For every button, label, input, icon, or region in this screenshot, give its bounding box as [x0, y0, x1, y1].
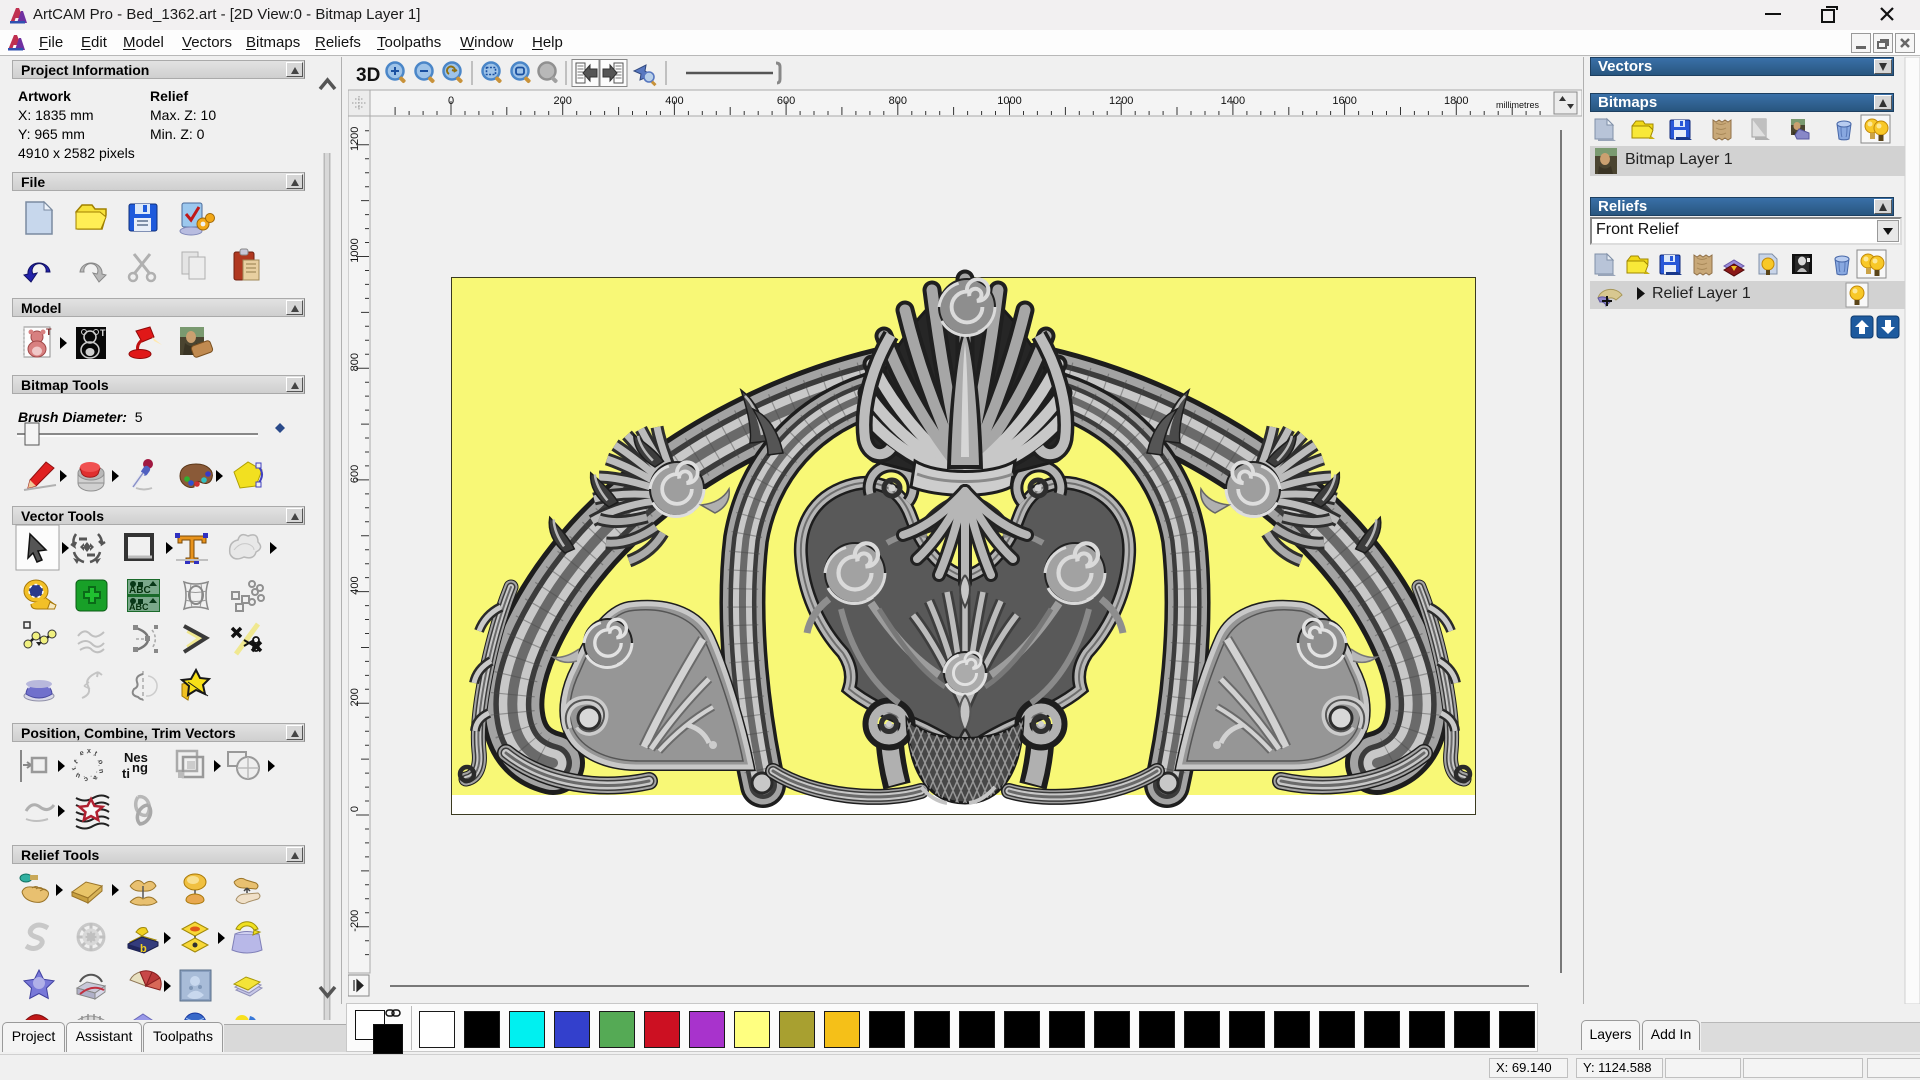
svg-text:c: c	[83, 775, 89, 783]
svg-text:0: 0	[349, 806, 361, 812]
svg-text:ABC: ABC	[129, 585, 151, 596]
svg-text:1800: 1800	[1444, 95, 1468, 107]
svg-text:n: n	[97, 768, 105, 773]
svg-text:-200: -200	[349, 910, 361, 932]
svg-text:400: 400	[665, 95, 683, 107]
svg-text:3D: 3D	[356, 65, 380, 86]
svg-text:e: e	[79, 750, 85, 758]
svg-text:400: 400	[349, 576, 361, 594]
svg-text:1000: 1000	[349, 238, 361, 262]
svg-text:T: T	[46, 327, 52, 337]
svg-text:b: b	[140, 943, 147, 955]
svg-text:800: 800	[889, 95, 907, 107]
svg-text:600: 600	[349, 465, 361, 483]
svg-text:800: 800	[349, 353, 361, 371]
svg-text:1200: 1200	[349, 127, 361, 151]
svg-text:ABC: ABC	[129, 602, 149, 612]
svg-text:1600: 1600	[1332, 95, 1356, 107]
svg-text:o: o	[96, 758, 104, 766]
svg-text:0: 0	[448, 95, 454, 107]
svg-text:200: 200	[554, 95, 572, 107]
svg-text:600: 600	[777, 95, 795, 107]
svg-text:T: T	[100, 328, 106, 338]
svg-text:a: a	[91, 774, 99, 781]
svg-text:1000: 1000	[997, 95, 1021, 107]
svg-text:t: t	[73, 758, 80, 765]
svg-text:millimetres: millimetres	[1496, 100, 1540, 110]
svg-text:x: x	[87, 748, 91, 755]
svg-text:1400: 1400	[1221, 95, 1245, 107]
svg-text:200: 200	[349, 688, 361, 706]
svg-text:1200: 1200	[1109, 95, 1133, 107]
svg-text:ti: ti	[122, 766, 130, 781]
svg-text:t: t	[93, 751, 99, 759]
svg-text:r: r	[70, 765, 78, 771]
svg-text:u: u	[75, 771, 81, 779]
svg-text:ng: ng	[132, 760, 148, 775]
